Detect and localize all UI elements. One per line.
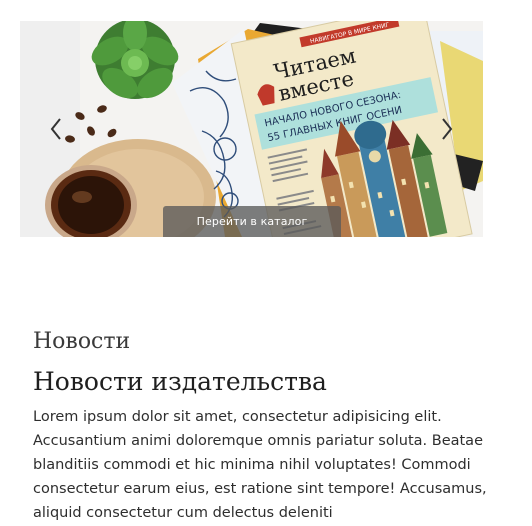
news-heading: Новости издательства: [33, 367, 327, 396]
chevron-right-icon: [442, 118, 453, 140]
slide-image: НАВИГАТОР В МИРЕ КНИГ Читаем вместе НАЧА…: [20, 21, 483, 237]
hero-carousel: НАВИГАТОР В МИРЕ КНИГ Читаем вместе НАЧА…: [20, 21, 483, 237]
carousel-next-arrow[interactable]: [434, 115, 460, 143]
section-title: Новости: [33, 329, 131, 354]
news-body-text: Lorem ipsum dolor sit amet, consectetur …: [33, 409, 487, 521]
carousel-prev-arrow[interactable]: [43, 115, 69, 143]
go-to-catalog-button[interactable]: Перейти в каталог: [163, 206, 341, 237]
news-section: Новости Новости издательства Lorem ipsum…: [33, 326, 513, 525]
chevron-left-icon: [50, 118, 61, 140]
